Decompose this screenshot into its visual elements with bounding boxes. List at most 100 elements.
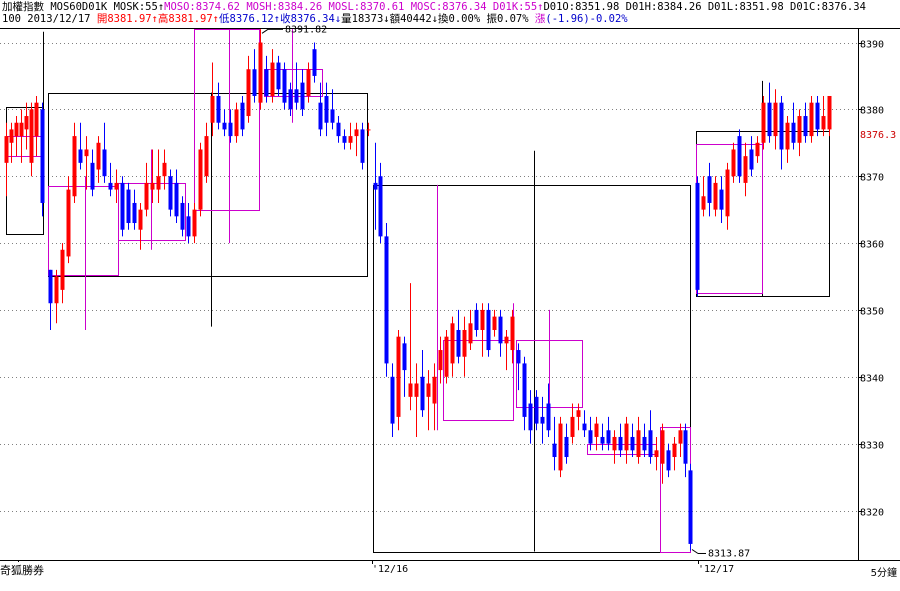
candle-body — [390, 376, 395, 424]
candle-body — [701, 196, 706, 210]
indicator-name: MOS60D01K — [50, 1, 108, 13]
candle-body — [773, 102, 778, 137]
candle-body — [264, 69, 269, 96]
candle-body — [156, 176, 161, 190]
candle-body — [210, 95, 215, 123]
candle-body — [498, 316, 503, 344]
candle-body — [612, 436, 617, 451]
candle-body — [162, 162, 167, 177]
hourly-box — [48, 186, 119, 276]
low-annotation-leader — [691, 549, 699, 554]
candle-body — [300, 82, 305, 110]
candle-body — [138, 209, 143, 230]
candle-body — [761, 102, 766, 143]
candle-body — [522, 363, 527, 417]
candle-body — [96, 142, 101, 170]
d01l-value: D01L:8351.98 — [707, 1, 784, 13]
candle-body — [174, 182, 179, 217]
period-selector[interactable]: 5分鐘 — [871, 564, 897, 579]
candle-body — [695, 182, 700, 290]
candle-body — [228, 122, 233, 137]
candle-body — [666, 450, 671, 471]
daily-box — [373, 185, 691, 553]
candle-body — [108, 182, 113, 190]
high-value: 高8381.97↑ — [157, 13, 219, 25]
candle-body — [366, 129, 371, 131]
candle-body — [438, 350, 443, 371]
candle-body — [72, 136, 77, 197]
candle-body — [240, 102, 245, 130]
candle-body — [588, 430, 593, 444]
candle-body — [683, 430, 688, 464]
candle-body — [504, 336, 509, 344]
candle-body — [606, 430, 611, 444]
y-tick-label: 8390 — [860, 40, 884, 51]
candle-body — [90, 162, 95, 190]
candle-body — [336, 122, 341, 137]
high-annotation-leader — [261, 28, 269, 34]
candle-body — [360, 129, 365, 163]
candle-body — [318, 102, 323, 130]
candle-body — [743, 156, 748, 183]
candle-body — [636, 430, 641, 458]
candle-body — [540, 416, 545, 424]
candle-body — [480, 309, 485, 330]
date-label: 100 2013/12/17 — [2, 13, 91, 25]
candle-body — [126, 189, 131, 224]
candle-body — [282, 69, 287, 103]
candle-body — [144, 182, 149, 210]
candle-body — [534, 396, 539, 424]
candle-body — [29, 109, 34, 163]
candle-body — [654, 450, 659, 458]
candle-body — [624, 423, 629, 451]
candle-body — [582, 423, 587, 431]
candle-body — [4, 136, 9, 163]
candle-body — [779, 102, 784, 150]
candle-body — [672, 443, 677, 458]
candle-body — [648, 430, 653, 458]
candle-body — [552, 443, 557, 458]
candle-body — [516, 350, 521, 364]
candle-body — [342, 136, 347, 143]
d01k-value: D01K:55↑ — [492, 1, 544, 13]
y-tick-label: 8330 — [860, 441, 884, 452]
candle-body — [707, 176, 712, 203]
candle-body — [642, 436, 647, 451]
candle-body — [408, 383, 413, 397]
candle-body — [324, 95, 329, 123]
mosl-value: MOSL:8370.61 — [328, 1, 405, 13]
hourly-box — [194, 29, 260, 211]
candle-body — [84, 149, 89, 157]
candle-body — [474, 309, 479, 330]
y-tick-label: 8320 — [860, 508, 884, 519]
candle-body — [456, 329, 461, 357]
candle-body — [14, 122, 19, 137]
candle-body — [270, 62, 275, 96]
candle-body — [618, 436, 623, 451]
candle-body — [462, 329, 467, 357]
candle-body — [791, 122, 796, 143]
candle-body — [594, 423, 599, 437]
candle-body — [216, 95, 221, 123]
change-label: 漲 — [534, 13, 546, 25]
current-price-label: 8376.3 — [860, 130, 896, 141]
low-annotation-label: 8313.87 — [708, 548, 750, 559]
candle-body — [731, 149, 736, 177]
candle-body — [276, 62, 281, 90]
candle-body — [576, 410, 581, 417]
candle-body — [19, 122, 24, 137]
amount-value: 額40442↓ — [389, 13, 439, 25]
candle-body — [60, 249, 65, 290]
candle-body — [34, 102, 39, 137]
candle-body — [288, 89, 293, 110]
candle-body — [528, 403, 533, 431]
candle-body — [486, 309, 491, 351]
candle-body — [48, 269, 53, 304]
d01h-value: D01H:8384.26 — [625, 1, 702, 13]
candle-body — [396, 336, 401, 417]
candle-body — [294, 89, 299, 103]
candle-body — [354, 129, 359, 137]
candle-body — [660, 430, 665, 464]
candle-body — [78, 149, 83, 163]
candle-body — [150, 182, 155, 190]
